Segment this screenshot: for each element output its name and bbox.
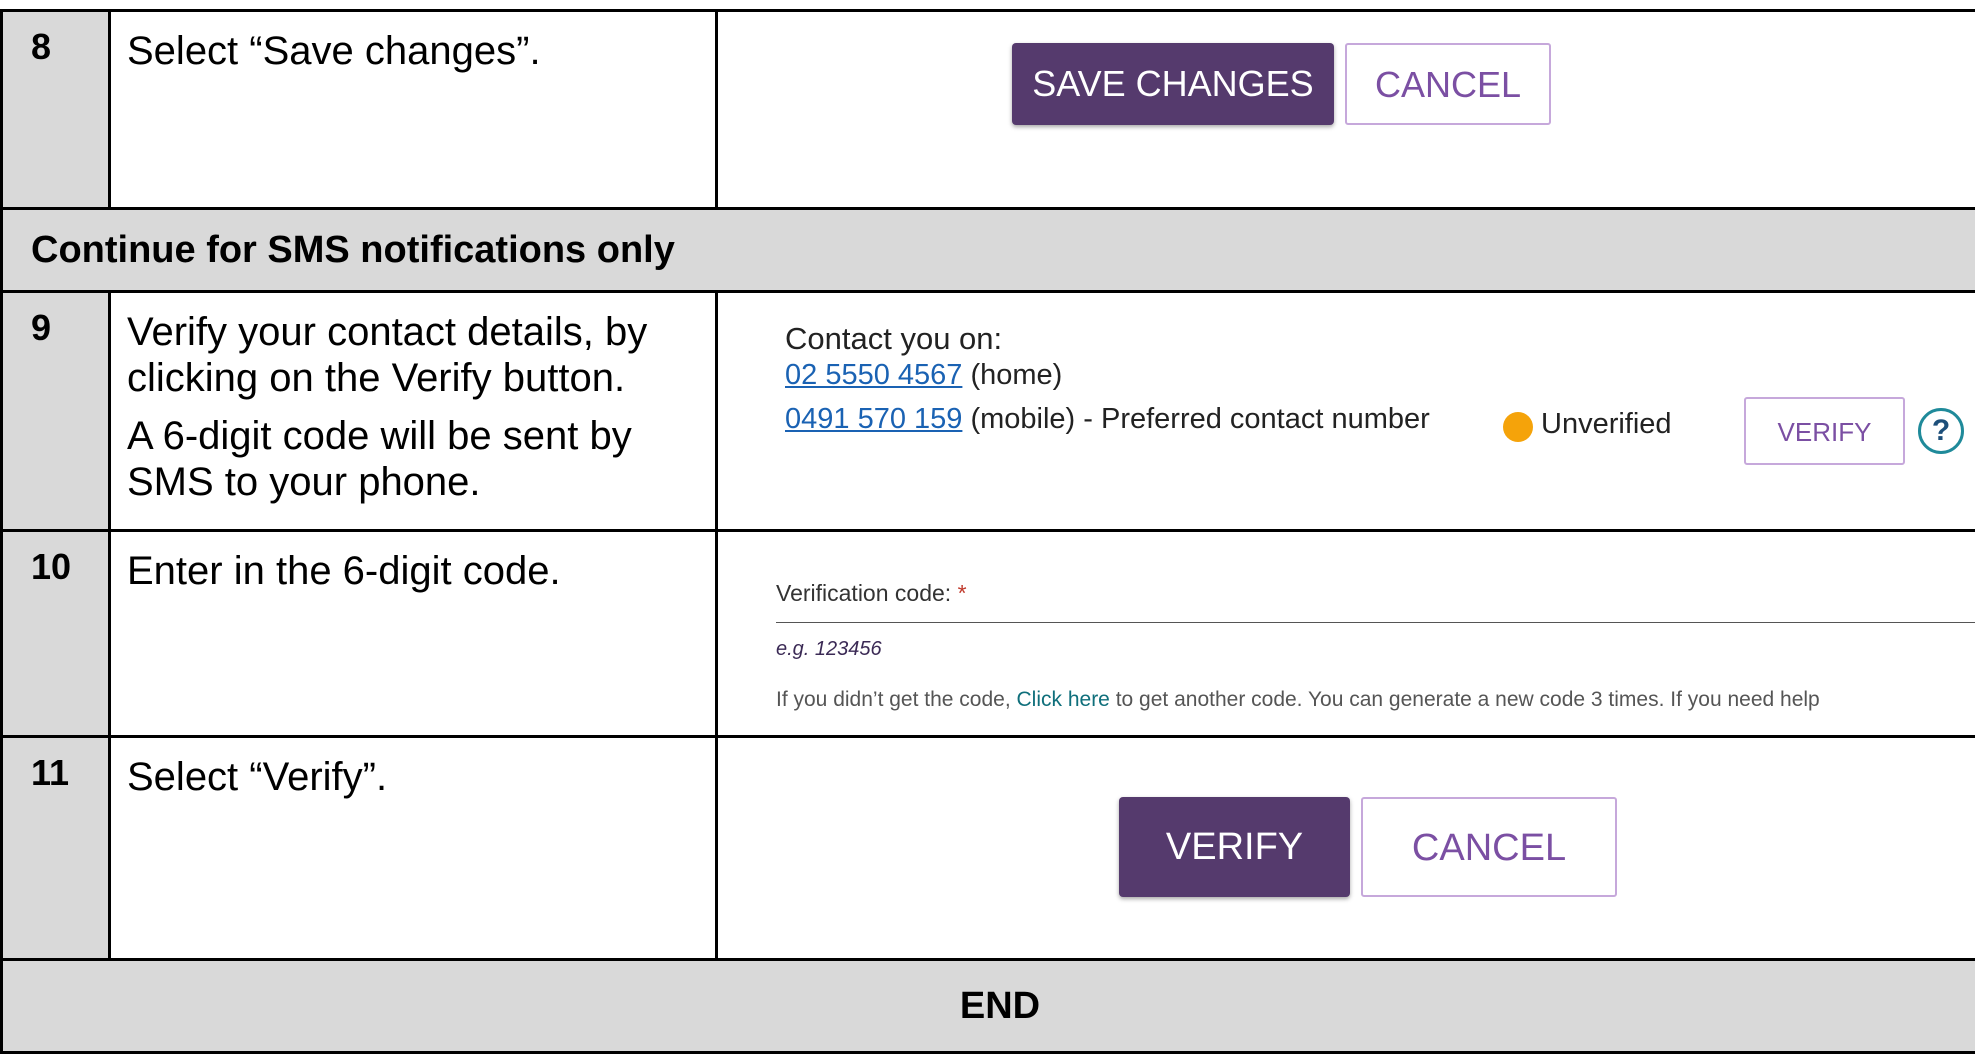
verify-button[interactable]: VERIFY — [1744, 397, 1905, 465]
save-changes-button[interactable]: SAVE CHANGES — [1012, 43, 1334, 125]
step-row-8: 8 Select “Save changes”. SAVE CHANGES CA… — [0, 9, 1975, 210]
step-instruction: Select “Verify”. — [108, 735, 718, 961]
instruction-text: Enter in the 6-digit code. — [127, 549, 561, 593]
resend-help-text: If you didn’t get the code, Click here t… — [776, 688, 1975, 712]
help-icon[interactable]: ? — [1918, 408, 1964, 454]
step-instruction: Verify your contact details, by clicking… — [108, 290, 718, 532]
step-number: 11 — [0, 735, 111, 961]
resend-code-link[interactable]: Click here — [1017, 688, 1110, 711]
cancel-button[interactable]: CANCEL — [1361, 797, 1617, 897]
sms-section-band: Continue for SMS notifications only — [0, 207, 1975, 293]
instruction-text: Verify your contact details, by clicking… — [127, 310, 648, 400]
mobile-label: (mobile) - Preferred contact number — [962, 403, 1430, 435]
section-heading: Continue for SMS notifications only — [0, 207, 1975, 293]
step-number: 8 — [0, 9, 111, 210]
end-cell: END — [0, 958, 1975, 1054]
instruction-note: A 6-digit code will be sent by SMS to yo… — [127, 414, 632, 504]
end-row: END — [0, 958, 1975, 1054]
input-underline — [776, 622, 1975, 623]
step-instruction: Select “Save changes”. — [108, 9, 718, 210]
verification-code-hint: e.g. 123456 — [776, 638, 882, 660]
help-prefix: If you didn’t get the code, — [776, 688, 1017, 711]
step-screenshot: VERIFY CANCEL — [715, 735, 1975, 961]
step-row-9: 9 Verify your contact details, by clicki… — [0, 290, 1975, 532]
verification-status: Unverified — [1541, 408, 1672, 440]
step-screenshot: Contact you on: 02 5550 4567 (home) 0491… — [715, 290, 1975, 532]
verify-submit-button[interactable]: VERIFY — [1119, 797, 1350, 897]
step-screenshot: SAVE CHANGES CANCEL — [715, 9, 1975, 210]
help-suffix: to get another code. You can generate a … — [1109, 688, 1820, 711]
unverified-status-icon — [1503, 412, 1533, 442]
contact-title: Contact you on: — [785, 321, 1003, 356]
cancel-button[interactable]: CANCEL — [1345, 43, 1551, 125]
step-instruction: Enter in the 6-digit code. — [108, 529, 718, 738]
end-text: END — [959, 984, 1041, 1027]
instruction-document: 8 Select “Save changes”. SAVE CHANGES CA… — [0, 0, 1975, 1057]
step-row-10: 10 Enter in the 6-digit code. Verificati… — [0, 529, 1975, 738]
mobile-phone-link[interactable]: 0491 570 159 — [785, 403, 962, 435]
instruction-text: Select “Save changes”. — [127, 29, 541, 73]
home-phone-link[interactable]: 02 5550 4567 — [785, 359, 962, 391]
step-screenshot: Verification code: * e.g. 123456 If you … — [715, 529, 1975, 738]
verification-code-input[interactable] — [776, 592, 1975, 624]
step-row-11: 11 Select “Verify”. VERIFY CANCEL — [0, 735, 1975, 961]
step-number: 9 — [0, 290, 111, 532]
home-contact-line: 02 5550 4567 (home) — [785, 357, 1975, 393]
home-label: (home) — [962, 359, 1063, 391]
step-number: 10 — [0, 529, 111, 738]
instruction-text: Select “Verify”. — [127, 755, 388, 799]
steps-table: 8 Select “Save changes”. SAVE CHANGES CA… — [0, 9, 1975, 1054]
